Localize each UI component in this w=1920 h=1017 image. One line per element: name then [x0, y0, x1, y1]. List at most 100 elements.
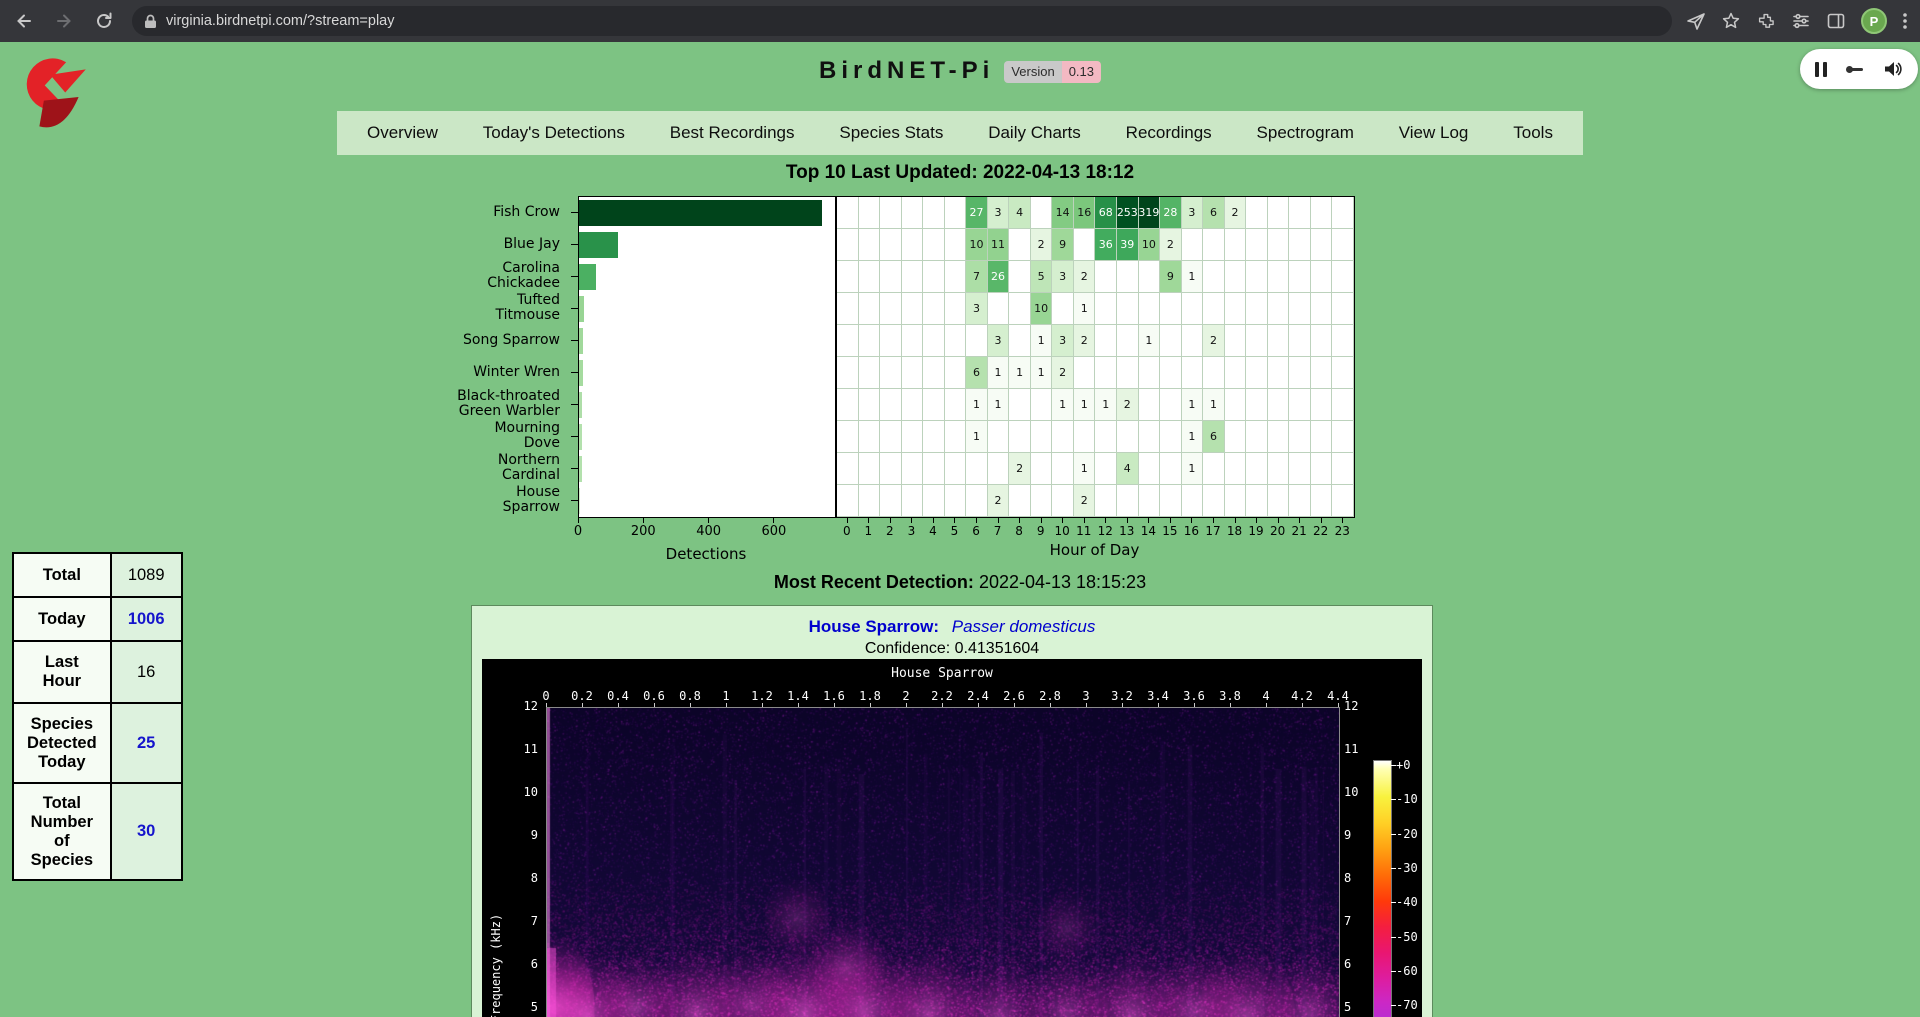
detections-bar	[579, 296, 584, 322]
pause-button[interactable]	[1815, 62, 1827, 77]
stat-value-link[interactable]: 30	[111, 783, 182, 880]
nav-item-overview[interactable]: Overview	[367, 123, 438, 143]
padlock-icon	[144, 14, 157, 29]
heatmap-cell: 1	[988, 389, 1010, 421]
nav-item-tools[interactable]: Tools	[1513, 123, 1553, 143]
heatmap-cell	[902, 485, 924, 517]
heatmap-cell	[923, 485, 945, 517]
axis-tick-label: 10	[1051, 524, 1073, 538]
heatmap-cell	[1246, 197, 1268, 229]
audio-player	[1800, 49, 1918, 89]
nav-item-daily-charts[interactable]: Daily Charts	[988, 123, 1081, 143]
detection-title: House Sparrow: Passer domesticus	[472, 617, 1432, 637]
back-button[interactable]	[8, 5, 40, 37]
extensions-icon[interactable]	[1756, 11, 1776, 31]
bookmark-star-icon[interactable]	[1721, 11, 1741, 31]
stats-row: Last Hour16	[13, 641, 182, 703]
heatmap-cell	[1182, 325, 1204, 357]
heatmap-cell: 2	[1225, 197, 1247, 229]
nav-item-spectrogram[interactable]: Spectrogram	[1257, 123, 1354, 143]
forward-arrow-icon	[54, 11, 74, 31]
heatmap-cell: 5	[1031, 261, 1053, 293]
forward-button[interactable]	[48, 5, 80, 37]
heatmap-cell	[1203, 229, 1225, 261]
heatmap-cell	[923, 357, 945, 389]
sliders-icon[interactable]	[1791, 11, 1811, 31]
heatmap-cell	[1246, 421, 1268, 453]
heatmap-cell	[1160, 325, 1182, 357]
heatmap-cell: 4	[1117, 453, 1139, 485]
heatmap-cell	[1289, 261, 1311, 293]
heatmap-cell	[1009, 485, 1031, 517]
heatmap-cell	[1332, 197, 1354, 229]
colorbar-tick-label: -30	[1396, 861, 1418, 875]
nav-item-today-s-detections[interactable]: Today's Detections	[483, 123, 625, 143]
axis-tick-label: 3	[901, 524, 923, 538]
address-bar[interactable]: virginia.birdnetpi.com/?stream=play	[132, 6, 1672, 36]
main-nav: Overview Today's Detections Best Recording…	[337, 111, 1583, 155]
heatmap-cell: 1	[966, 389, 988, 421]
stats-row: Today1006	[13, 597, 182, 641]
spectrogram-ytick: 9	[1344, 828, 1351, 842]
heatmap-cell	[1225, 485, 1247, 517]
heatmap-cell	[859, 229, 881, 261]
stat-value: 16	[111, 641, 182, 703]
axis-tick-label: 8	[1008, 524, 1030, 538]
heatmap-cell	[923, 293, 945, 325]
detections-bar	[579, 392, 582, 418]
spectrogram-title: House Sparrow	[891, 666, 993, 681]
heatmap-cell	[1095, 453, 1117, 485]
heatmap-cell: 39	[1117, 229, 1139, 261]
heatmap-cell: 1	[1182, 389, 1204, 421]
heatmap-cell	[923, 229, 945, 261]
nav-item-recordings[interactable]: Recordings	[1126, 123, 1212, 143]
heatmap-cell: 10	[1139, 229, 1161, 261]
heatmap-cell: 3	[1182, 197, 1204, 229]
species-label: Winter Wren	[456, 356, 560, 388]
heatmap-cell: 10	[1031, 293, 1053, 325]
heatmap-cell	[880, 293, 902, 325]
detected-species-name[interactable]: House Sparrow:	[809, 617, 939, 636]
heatmap-cell	[880, 421, 902, 453]
reload-button[interactable]	[88, 5, 120, 37]
stat-value-link[interactable]: 25	[111, 703, 182, 783]
heatmap-cell	[1311, 357, 1333, 389]
heatmap-cell	[859, 389, 881, 421]
nav-item-species-stats[interactable]: Species Stats	[839, 123, 943, 143]
share-icon[interactable]	[1686, 11, 1706, 31]
nav-item-view-log[interactable]: View Log	[1399, 123, 1469, 143]
colorbar-tick-label: -50	[1396, 930, 1418, 944]
detections-bar	[579, 488, 580, 514]
version-badge: Version 0.13	[1004, 61, 1101, 83]
heatmap-cell	[1160, 389, 1182, 421]
heatmap-cell	[1117, 421, 1139, 453]
heatmap-cell	[1225, 229, 1247, 261]
colorbar-tick-label: -60	[1396, 964, 1418, 978]
heatmap-cell	[1332, 389, 1354, 421]
heatmap-cell	[1074, 357, 1096, 389]
side-panel-icon[interactable]	[1826, 11, 1846, 31]
heatmap-cell: 319	[1139, 197, 1161, 229]
detected-species-latin[interactable]: Passer domesticus	[952, 617, 1096, 636]
heatmap-cell	[1268, 389, 1290, 421]
heatmap-cell	[945, 261, 967, 293]
heatmap-cell	[1289, 421, 1311, 453]
audio-seek-slider[interactable]	[1848, 68, 1863, 71]
heatmap-cell	[923, 261, 945, 293]
heatmap-cell	[1052, 485, 1074, 517]
heatmap-cell	[1095, 357, 1117, 389]
heatmap-cell	[923, 389, 945, 421]
spectrogram-xtick: 4	[1262, 689, 1269, 703]
stat-value-link[interactable]: 1006	[111, 597, 182, 641]
heatmap-cell	[859, 261, 881, 293]
browser-menu-icon[interactable]	[1902, 11, 1908, 31]
url-text: virginia.birdnetpi.com/?stream=play	[166, 13, 394, 29]
profile-avatar[interactable]: P	[1861, 8, 1887, 34]
heatmap-cell: 253	[1117, 197, 1139, 229]
heatmap-cell	[1311, 389, 1333, 421]
heatmap-cell	[880, 325, 902, 357]
heatmap-cell: 2	[1074, 325, 1096, 357]
volume-icon[interactable]	[1883, 60, 1903, 78]
detections-bar	[579, 232, 618, 258]
nav-item-best-recordings[interactable]: Best Recordings	[670, 123, 795, 143]
